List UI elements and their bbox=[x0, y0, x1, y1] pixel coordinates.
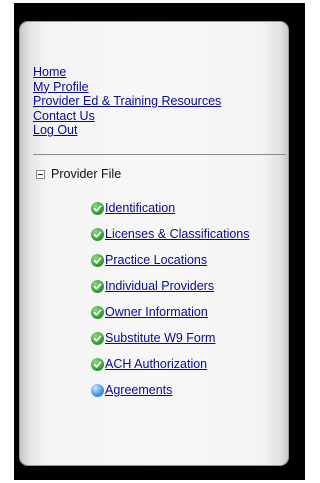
green-checkmark-icon bbox=[91, 227, 104, 241]
tree-root-label: Provider File bbox=[51, 167, 122, 181]
tree-item-identification[interactable]: Identification bbox=[91, 195, 250, 221]
provider-file-tree-root[interactable]: Provider File bbox=[36, 167, 121, 181]
contact-us-link[interactable]: Contact Us bbox=[33, 109, 221, 124]
practice-locations-link[interactable]: Practice Locations bbox=[105, 253, 207, 267]
tree-item-substitute-w9-form[interactable]: Substitute W9 Form bbox=[91, 325, 250, 351]
substitute-w9-form-link[interactable]: Substitute W9 Form bbox=[105, 331, 215, 345]
identification-link[interactable]: Identification bbox=[105, 201, 175, 215]
tree-item-owner-information[interactable]: Owner Information bbox=[91, 299, 250, 325]
tree-item-licenses-classifications[interactable]: Licenses & Classifications bbox=[91, 221, 250, 247]
tree-item-agreements[interactable]: Agreements bbox=[91, 377, 250, 403]
provider-file-items: Identification Licenses & Classification… bbox=[91, 195, 250, 403]
individual-providers-link[interactable]: Individual Providers bbox=[105, 279, 214, 293]
log-out-link[interactable]: Log Out bbox=[33, 123, 221, 138]
collapse-icon[interactable] bbox=[36, 169, 45, 179]
green-checkmark-icon bbox=[91, 357, 104, 371]
ach-authorization-link[interactable]: ACH Authorization bbox=[105, 357, 207, 371]
tree-item-ach-authorization[interactable]: ACH Authorization bbox=[91, 351, 250, 377]
green-checkmark-icon bbox=[91, 253, 104, 267]
blue-circle-icon bbox=[91, 383, 104, 397]
green-checkmark-icon bbox=[91, 331, 104, 345]
licenses-classifications-link[interactable]: Licenses & Classifications bbox=[105, 227, 250, 241]
owner-information-link[interactable]: Owner Information bbox=[105, 305, 208, 319]
tree-item-practice-locations[interactable]: Practice Locations bbox=[91, 247, 250, 273]
agreements-link[interactable]: Agreements bbox=[105, 383, 172, 397]
provider-ed-training-link[interactable]: Provider Ed & Training Resources bbox=[33, 94, 221, 109]
green-checkmark-icon bbox=[91, 305, 104, 319]
nav-links: Home My Profile Provider Ed & Training R… bbox=[33, 65, 221, 138]
green-checkmark-icon bbox=[91, 201, 104, 215]
divider bbox=[33, 154, 286, 155]
green-checkmark-icon bbox=[91, 279, 104, 293]
tree-item-individual-providers[interactable]: Individual Providers bbox=[91, 273, 250, 299]
navigation-panel: Home My Profile Provider Ed & Training R… bbox=[19, 21, 289, 466]
my-profile-link[interactable]: My Profile bbox=[33, 80, 221, 95]
home-link[interactable]: Home bbox=[33, 65, 221, 80]
